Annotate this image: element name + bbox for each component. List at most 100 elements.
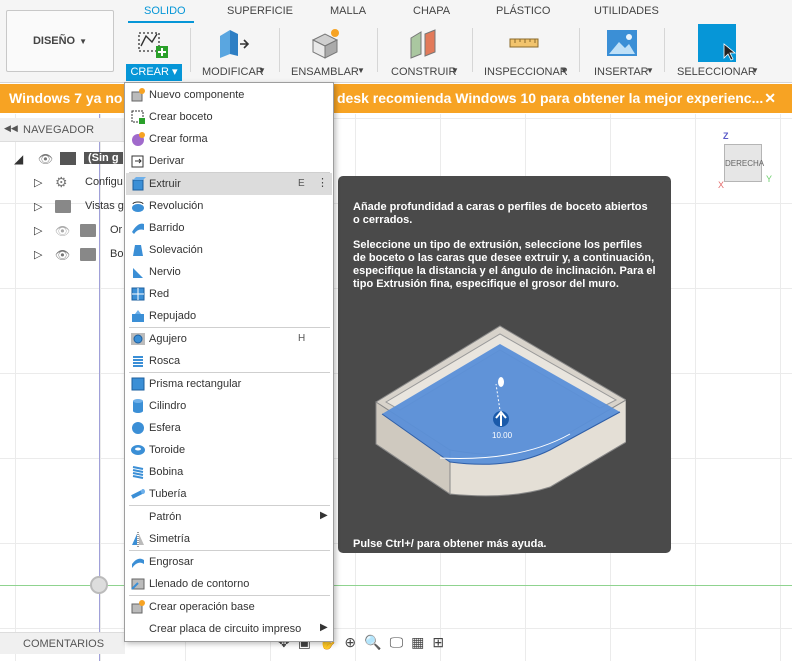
navigator-header[interactable]: ◀◀ NAVEGADOR <box>0 118 125 142</box>
insert-group[interactable]: INSERTAR ▼ <box>592 22 654 82</box>
emboss-icon <box>132 310 144 322</box>
menu-item-label: Crear operación base <box>149 601 255 613</box>
modify-group[interactable]: MODIFICAR ▼ <box>200 22 268 82</box>
menu-item-pattern[interactable]: Patrón ▶ <box>126 506 332 528</box>
viewcube-z-label: Z <box>723 131 729 141</box>
tab-malla[interactable]: MALLA <box>330 5 366 17</box>
comments-panel-header[interactable]: COMENTARIOS <box>0 632 125 654</box>
navigator-item-label: Or <box>110 224 123 236</box>
extrude-tooltip: Añade profundidad a caras o perfiles de … <box>338 176 671 553</box>
menu-item-revolve[interactable]: Revolución <box>126 195 332 217</box>
workspace-switcher-button[interactable]: DISEÑO ▼ <box>6 10 114 72</box>
toolbar-separator <box>579 28 580 72</box>
viewports-icon[interactable]: ⊞ <box>432 634 444 654</box>
construct-group[interactable]: CONSTRUIR ▼ <box>389 22 461 82</box>
menu-item-label: Crear boceto <box>149 111 213 123</box>
menu-item-web[interactable]: Red <box>126 283 332 305</box>
boundary-fill-icon <box>131 578 145 590</box>
shortcut-key: H <box>298 333 306 344</box>
menu-item-boundary-fill[interactable]: Llenado de contorno <box>126 573 332 595</box>
dimension-value: 10.00 <box>492 431 513 440</box>
navigator-item-bodies[interactable]: ▷ 👁 Bo <box>0 244 125 266</box>
navigator-item-origin[interactable]: ▷ 👁 Or <box>0 220 125 242</box>
menu-item-label: Patrón <box>149 511 182 523</box>
form-icon <box>132 132 145 146</box>
select-group[interactable]: SELECCIONAR ▼ <box>676 22 760 82</box>
tab-plastico[interactable]: PLÁSTICO <box>496 5 550 17</box>
expand-triangle-icon[interactable]: ▷ <box>34 176 42 189</box>
tab-solido[interactable]: SOLIDO <box>144 5 186 17</box>
tab-superficie[interactable]: SUPERFICIE <box>227 5 293 17</box>
menu-item-label: Crear placa de circuito impreso <box>149 623 302 635</box>
zoom-window-icon[interactable]: 🔍 <box>364 634 381 654</box>
derive-icon <box>131 155 144 168</box>
tab-utilidades[interactable]: UTILIDADES <box>594 5 659 17</box>
extrude-illustration <box>375 325 626 497</box>
hidden-eye-icon[interactable]: 👁 <box>55 224 70 238</box>
create-dropdown-menu: Nuevo componente Crear boceto Crear form… <box>124 82 334 642</box>
menu-item-box[interactable]: Prisma rectangular <box>126 373 332 395</box>
menu-item-pcb[interactable]: Crear placa de circuito impreso ▶ <box>126 618 332 640</box>
inspect-group[interactable]: INSPECCIONAR ▼ <box>483 22 569 82</box>
menu-item-emboss[interactable]: Repujado <box>126 305 332 327</box>
more-options-icon[interactable]: ⋮ <box>317 176 328 189</box>
menu-item-derive[interactable]: Derivar <box>126 150 332 172</box>
grid-settings-icon[interactable]: ▦ <box>411 634 424 654</box>
close-icon[interactable]: ✕ <box>764 84 776 113</box>
visibility-eye-icon[interactable]: 👁 <box>55 248 70 262</box>
assemble-group[interactable]: ENSAMBLAR ▼ <box>289 22 367 82</box>
menu-item-cylinder[interactable]: Cilindro <box>126 395 332 417</box>
menu-item-extrude[interactable]: Extruir E ⋮ <box>126 173 332 195</box>
menu-item-rib[interactable]: Nervio <box>126 261 332 283</box>
tooltip-footer: Pulse Ctrl+/ para obtener más ayuda. <box>353 538 547 550</box>
navigator-item-views[interactable]: ▷ Vistas g <box>0 196 125 218</box>
hole-icon <box>131 333 145 345</box>
menu-item-base-feature[interactable]: Crear operación base <box>126 596 332 618</box>
menu-item-create-form[interactable]: Crear forma <box>126 128 332 150</box>
tab-chapa[interactable]: CHAPA <box>413 5 450 17</box>
navigator-root-item[interactable]: ◢ 👁 (Sin g <box>0 148 125 170</box>
construct-plane-icon <box>410 29 436 59</box>
menu-item-sweep[interactable]: Barrido <box>126 217 332 239</box>
collapse-arrows-icon[interactable]: ◀◀ <box>4 123 18 134</box>
expand-triangle-icon[interactable]: ▷ <box>34 248 42 261</box>
menu-item-thicken[interactable]: Engrosar <box>126 551 332 573</box>
menu-item-coil[interactable]: Bobina <box>126 461 332 483</box>
menu-item-new-component[interactable]: Nuevo componente <box>126 84 332 106</box>
menu-item-pipe[interactable]: Tubería <box>126 483 332 505</box>
menu-item-label: Toroide <box>149 444 186 456</box>
create-menu-button[interactable]: CREAR ▾ <box>126 64 182 81</box>
navigator-item-settings[interactable]: ▷ ⚙ Configu <box>0 172 125 194</box>
toolbar: DISEÑO ▼ SOLIDO SUPERFICIE MALLA CHAPA P… <box>0 0 792 83</box>
zoom-icon[interactable]: ⊕ <box>344 634 356 654</box>
menu-item-label: Tubería <box>149 488 187 500</box>
web-icon <box>131 287 145 301</box>
viewcube[interactable]: DERECHA <box>724 144 764 182</box>
navigator-title: NAVEGADOR <box>23 124 95 136</box>
menu-item-sphere[interactable]: Esfera <box>126 417 332 439</box>
thread-icon <box>133 356 143 367</box>
menu-item-thread[interactable]: Rosca <box>126 350 332 372</box>
menu-item-label: Solevación <box>149 244 203 256</box>
origin-point[interactable] <box>90 576 108 594</box>
menu-item-label: Barrido <box>149 222 185 234</box>
expand-triangle-icon[interactable]: ▷ <box>34 224 42 237</box>
chevron-down-icon: ▼ <box>646 66 654 75</box>
measure-icon <box>509 38 539 48</box>
menu-item-torus[interactable]: Toroide <box>126 439 332 461</box>
menu-item-loft[interactable]: Solevación <box>126 239 332 261</box>
display-settings-icon[interactable]: 🖵 <box>390 634 404 654</box>
menu-item-label: Nervio <box>149 266 181 278</box>
tooltip-heading: Añade profundidad a caras o perfiles de … <box>353 201 648 226</box>
sphere-icon <box>132 422 144 434</box>
loft-icon <box>133 245 143 256</box>
menu-item-hole[interactable]: Agujero H <box>126 328 332 350</box>
collapse-triangle-icon[interactable]: ◢ <box>14 152 23 166</box>
expand-triangle-icon[interactable]: ▷ <box>34 200 42 213</box>
visibility-eye-icon[interactable]: 👁 <box>38 152 53 166</box>
menu-item-create-sketch[interactable]: Crear boceto <box>126 106 332 128</box>
assemble-label: ENSAMBLAR <box>291 66 359 78</box>
navigator-item-label: Bo <box>110 248 124 260</box>
menu-item-mirror[interactable]: Simetría <box>126 528 332 550</box>
chevron-down-icon: ▼ <box>357 66 365 75</box>
